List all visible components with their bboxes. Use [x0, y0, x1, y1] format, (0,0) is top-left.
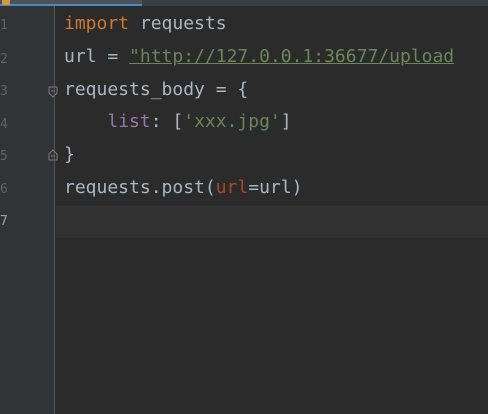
module-name: requests	[129, 13, 227, 34]
line-number-7: 7	[0, 214, 8, 229]
list-close: ]	[280, 111, 292, 132]
import-keyword: import	[64, 13, 130, 34]
dict-close-brace: }	[64, 144, 75, 165]
line-number-5: 5	[0, 149, 8, 164]
key-separator: : [	[150, 111, 184, 132]
code-line-5[interactable]: }	[64, 143, 75, 167]
code-line-4[interactable]: list: ['xxx.jpg']	[64, 110, 292, 134]
line-number-3: 3	[0, 84, 8, 99]
code-line-2[interactable]: url = "http://127.0.0.1:36677/upload	[64, 45, 454, 69]
code-line-1[interactable]: import requests	[64, 12, 227, 36]
fold-collapse-icon[interactable]	[48, 86, 58, 98]
line-number-gutter[interactable]: 1 2 3 4 5 6 7	[0, 6, 55, 414]
code-line-6[interactable]: requests.post(url=url)	[64, 176, 302, 200]
post-call: requests.post(	[64, 177, 216, 198]
argument-value: url	[259, 177, 292, 198]
python-file-icon	[2, 0, 10, 5]
assign-operator: =	[96, 46, 130, 67]
current-line-highlight	[56, 206, 488, 238]
variable-url: url	[64, 46, 97, 67]
line-number-2: 2	[0, 52, 8, 67]
code-editor[interactable]: 1 2 3 4 5 6 7 import requests url = "htt…	[0, 0, 488, 414]
line-number-1: 1	[0, 18, 8, 33]
code-line-3[interactable]: requests_body = {	[64, 78, 248, 102]
dict-assignment: requests_body = {	[64, 79, 249, 100]
keyword-argument-name: url	[215, 177, 249, 198]
fold-end-icon[interactable]	[48, 149, 58, 161]
call-close-paren: )	[291, 177, 303, 198]
url-string-literal[interactable]: "http://127.0.0.1:36677/upload	[129, 46, 454, 67]
equals-sign: =	[248, 177, 260, 198]
line-number-6: 6	[0, 182, 8, 197]
editor-tab-bar	[0, 0, 488, 6]
filename-string: 'xxx.jpg'	[183, 111, 281, 132]
dict-key-list: list	[107, 111, 151, 132]
line-number-4: 4	[0, 117, 8, 132]
